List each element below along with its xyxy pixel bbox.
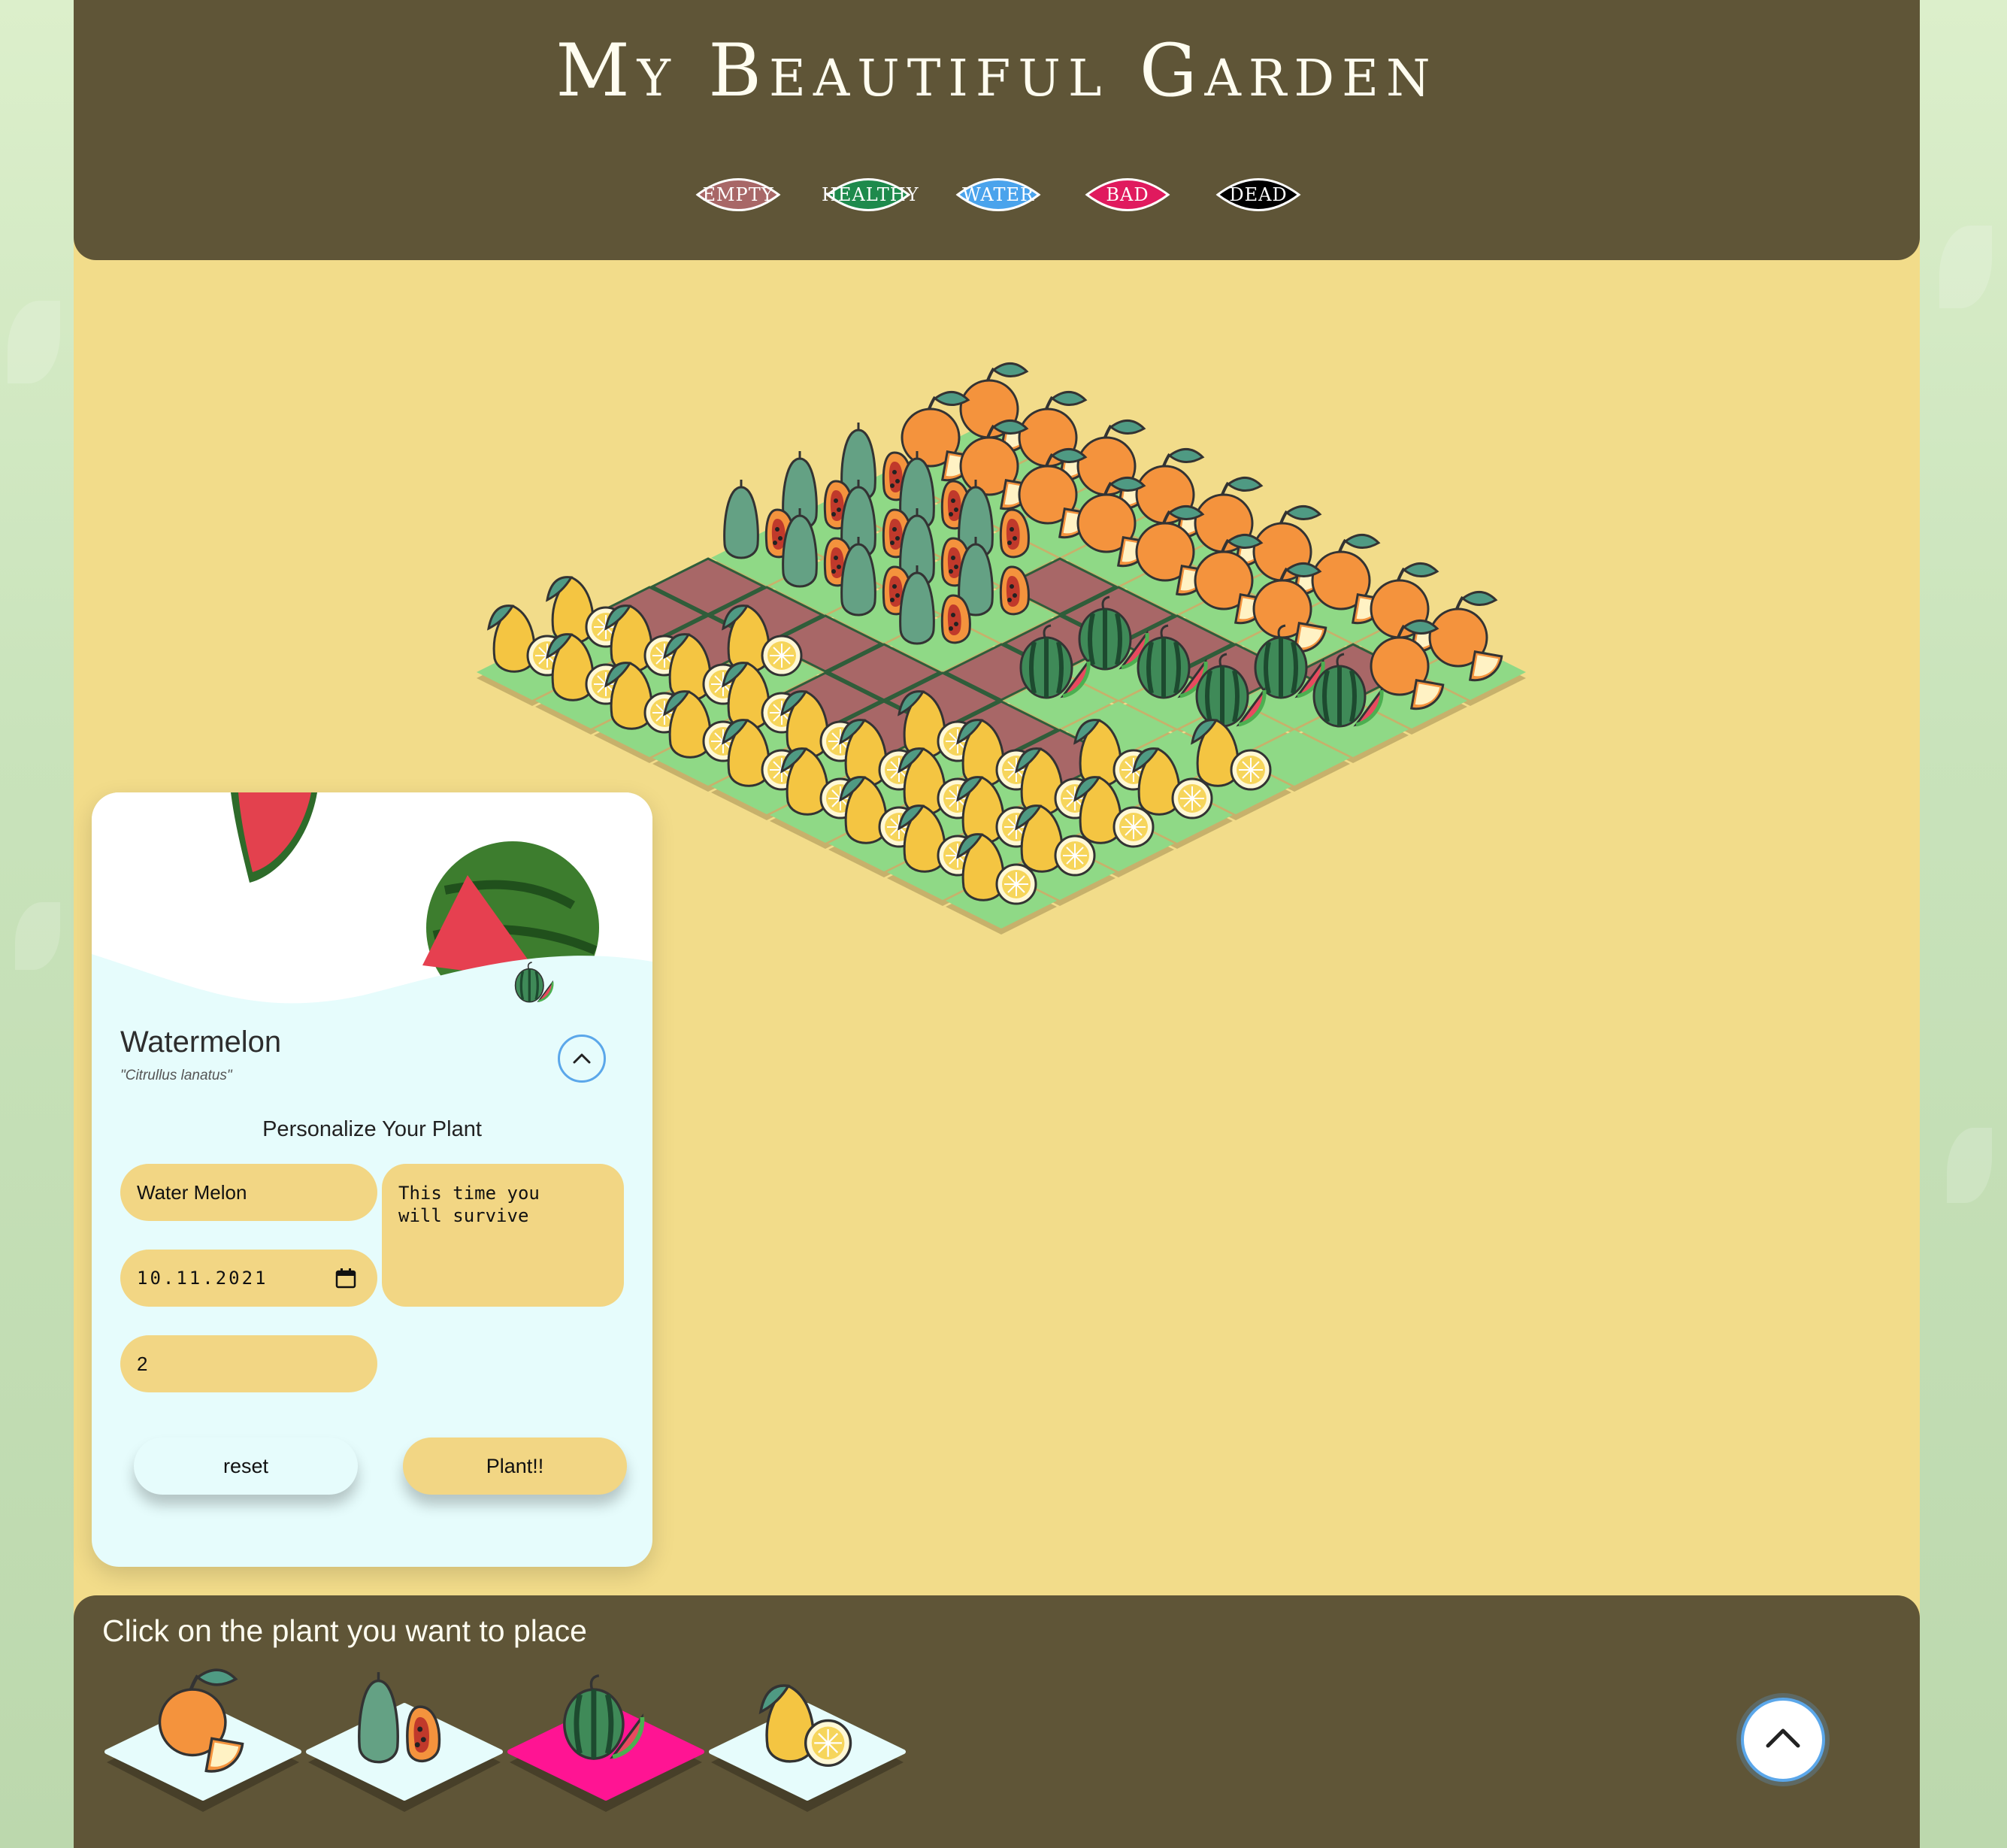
chevron-up-icon [573, 1053, 591, 1064]
plant-option-watermelon[interactable] [507, 1674, 704, 1812]
page-title: My Beautiful Garden [555, 29, 1438, 113]
status-legend: EMPTY HEALTHY WATER BAD DEAD [74, 171, 1920, 220]
legend-label: DEAD [1229, 184, 1288, 205]
plant-option-papaya[interactable] [306, 1672, 503, 1812]
app-page: My Beautiful Garden EMPTY HEALTHY WATER BAD… [74, 0, 1920, 1848]
reset-button[interactable]: reset [134, 1438, 358, 1495]
lemon-icon [758, 1684, 852, 1768]
header: My Beautiful Garden EMPTY HEALTHY WATER BAD… [74, 0, 1920, 260]
watermelon-icon [514, 962, 554, 1003]
plant-options [104, 1668, 906, 1812]
personalize-heading: Personalize Your Plant [262, 1117, 482, 1141]
legend-label: WATER [961, 184, 1035, 205]
date-value: 10.11.2021 [137, 1268, 268, 1289]
legend-bad: BAD [1081, 171, 1174, 218]
plant-note-textarea[interactable]: This time you will survive [382, 1164, 624, 1307]
plant-name: Watermelon [120, 1025, 282, 1059]
scroll-top-button[interactable] [1741, 1698, 1825, 1782]
legend-label: EMPTY [702, 184, 774, 205]
planting-date-input[interactable]: 10.11.2021 [120, 1250, 377, 1307]
plant-option-lemon[interactable] [709, 1684, 906, 1812]
legend-label: HEALTHY [822, 184, 919, 205]
legend-empty: EMPTY [692, 171, 785, 218]
legend-healthy: HEALTHY [822, 171, 919, 218]
plant-button[interactable]: Plant!! [403, 1438, 627, 1495]
legend-label: BAD [1106, 184, 1149, 205]
plant-scientific-name: "Citrullus lanatus" [120, 1068, 232, 1083]
plant-count-input[interactable]: 2 [120, 1335, 377, 1392]
plant-option-orange[interactable] [104, 1668, 301, 1812]
calendar-icon[interactable] [335, 1268, 356, 1289]
legend-water: WATER [952, 171, 1045, 218]
plant-picker-bar: Click on the plant you want to place [74, 1595, 1920, 1848]
legend-dead: DEAD [1212, 171, 1305, 218]
plant-card: Watermelon "Citrullus lanatus" Personali… [92, 792, 652, 1567]
plant-nickname-input[interactable]: Water Melon [120, 1164, 377, 1221]
collapse-button[interactable] [558, 1035, 606, 1083]
chevron-up-icon [1766, 1728, 1800, 1748]
